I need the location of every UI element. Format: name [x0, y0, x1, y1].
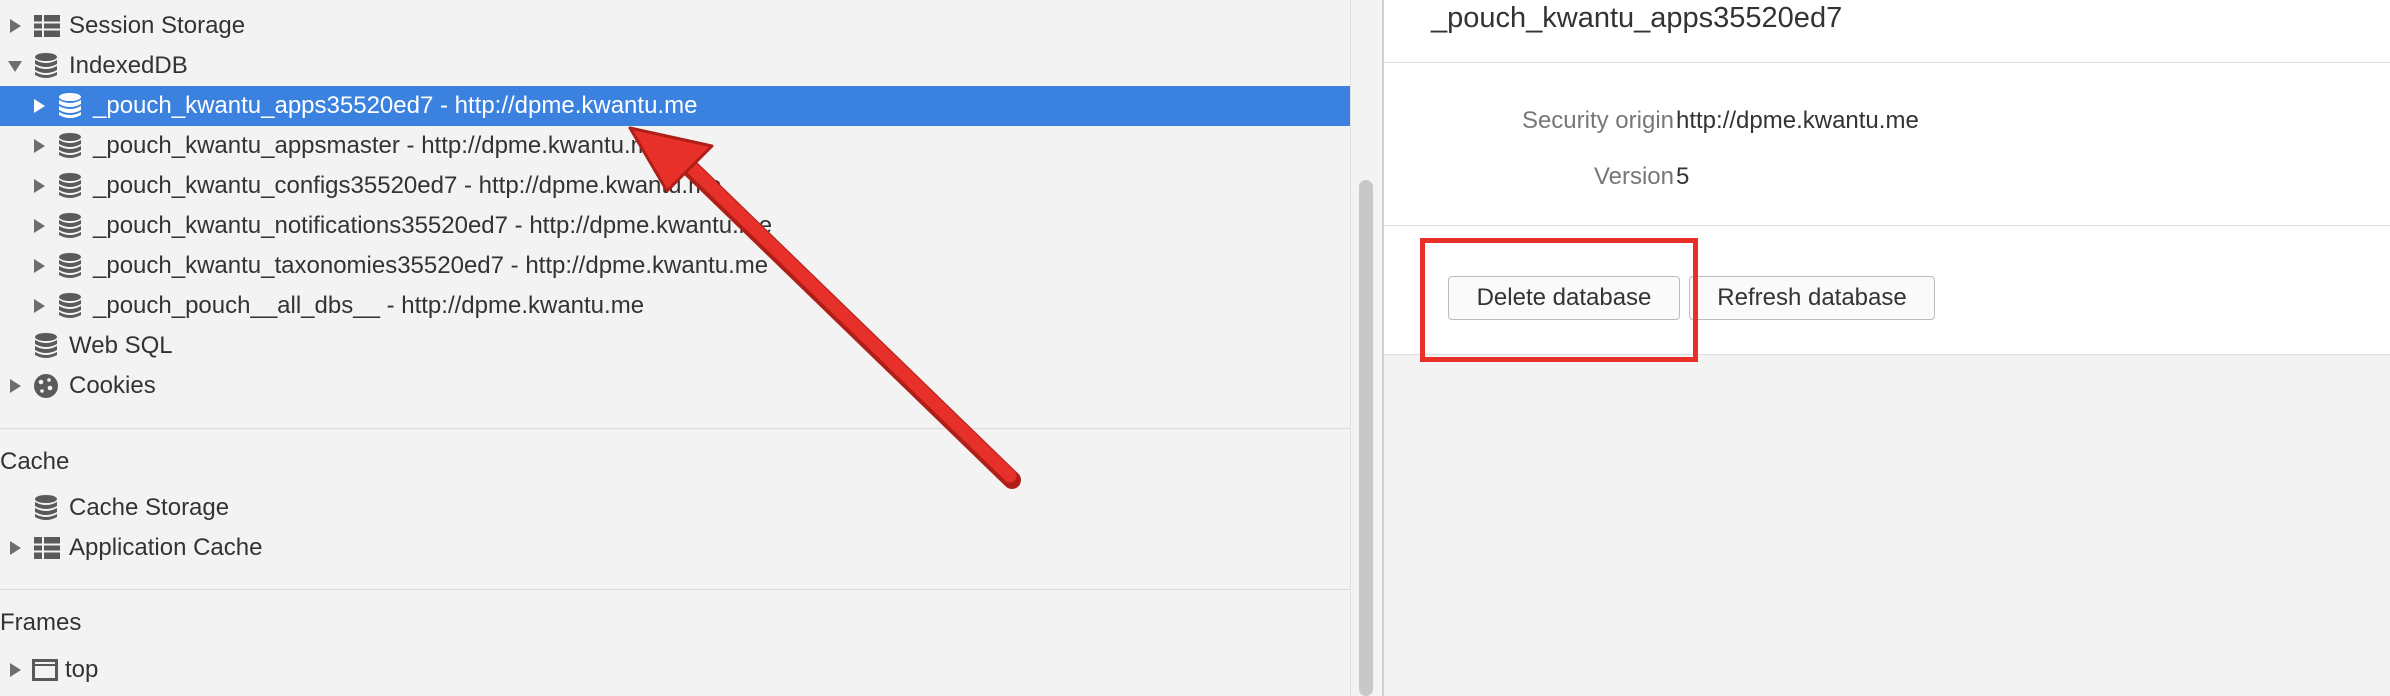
database-item-label: _pouch_pouch__all_dbs__ - http://dpme.kw…	[93, 292, 645, 319]
sidebar-item-label: Cookies	[69, 372, 156, 399]
expand-arrow-icon[interactable]	[34, 299, 45, 313]
security-origin-value: http://dpme.kwantu.me	[1676, 107, 1919, 134]
sidebar-item-cache-storage[interactable]: Cache Storage	[0, 488, 1350, 528]
cookie-icon	[34, 374, 58, 398]
database-item-label: _pouch_kwantu_apps35520ed7 - http://dpme…	[93, 92, 698, 119]
expand-arrow-icon[interactable]	[34, 99, 45, 113]
resources-sidebar: Session Storage IndexedDB _pouch_kwantu_…	[0, 0, 1350, 696]
expand-arrow-icon[interactable]	[34, 179, 45, 193]
indexeddb-database-item[interactable]: _pouch_kwantu_configs35520ed7 - http://d…	[0, 166, 1350, 206]
security-origin-label: Security origin	[1521, 107, 1674, 134]
frame-icon	[32, 659, 58, 681]
database-icon	[35, 53, 57, 78]
database-icon	[59, 213, 81, 238]
cache-section-title: Cache	[0, 448, 70, 475]
database-item-label: _pouch_kwantu_appsmaster - http://dpme.k…	[93, 132, 664, 159]
indexeddb-database-item[interactable]: _pouch_kwantu_appsmaster - http://dpme.k…	[0, 126, 1350, 166]
database-detail-panel: _pouch_kwantu_apps35520ed7 Security orig…	[1384, 0, 2390, 696]
sidebar-item-frame-top[interactable]: top	[0, 650, 1350, 690]
sidebar-item-label: Cache Storage	[69, 494, 230, 521]
expand-arrow-icon[interactable]	[10, 19, 21, 33]
sidebar-item-session-storage[interactable]: Session Storage	[0, 6, 1350, 46]
database-icon	[35, 495, 57, 520]
expand-arrow-icon[interactable]	[10, 541, 21, 555]
version-value: 5	[1676, 163, 1690, 190]
refresh-database-button[interactable]: Refresh database	[1689, 276, 1935, 320]
expand-arrow-icon[interactable]	[10, 663, 21, 677]
frames-section-title: Frames	[0, 609, 82, 636]
grid-icon	[34, 15, 60, 37]
database-icon	[35, 333, 57, 358]
database-icon	[59, 173, 81, 198]
database-icon	[59, 93, 81, 118]
sidebar-item-label: Application Cache	[69, 534, 263, 561]
expand-arrow-icon[interactable]	[34, 259, 45, 273]
scrollbar-thumb[interactable]	[1359, 180, 1373, 696]
database-icon	[59, 253, 81, 278]
database-actions: Delete database Refresh database	[1384, 226, 2390, 355]
section-divider	[0, 428, 1350, 429]
sidebar-scrollbar[interactable]	[1350, 0, 1383, 696]
sidebar-item-indexeddb[interactable]: IndexedDB	[0, 46, 1350, 86]
sidebar-item-application-cache[interactable]: Application Cache	[0, 528, 1350, 568]
database-item-label: _pouch_kwantu_taxonomies35520ed7 - http:…	[93, 252, 769, 279]
collapse-arrow-icon[interactable]	[8, 60, 22, 72]
sidebar-item-label: IndexedDB	[69, 52, 188, 79]
database-icon	[59, 133, 81, 158]
indexeddb-database-item[interactable]: _pouch_kwantu_taxonomies35520ed7 - http:…	[0, 246, 1350, 286]
database-item-label: _pouch_kwantu_configs35520ed7 - http://d…	[93, 172, 722, 199]
version-label: Version	[1593, 163, 1674, 190]
delete-database-button[interactable]: Delete database	[1448, 276, 1680, 320]
sidebar-item-label: top	[65, 656, 99, 683]
database-info: Security origin http://dpme.kwantu.me Ve…	[1384, 63, 2390, 226]
expand-arrow-icon[interactable]	[10, 379, 21, 393]
grid-icon	[34, 537, 60, 559]
database-title: _pouch_kwantu_apps35520ed7	[1431, 2, 1843, 34]
sidebar-item-cookies[interactable]: Cookies	[0, 366, 1350, 406]
sidebar-item-web-sql[interactable]: Web SQL	[0, 326, 1350, 366]
sidebar-item-label: Session Storage	[69, 12, 246, 39]
detail-header: _pouch_kwantu_apps35520ed7	[1384, 0, 2390, 63]
indexeddb-database-item[interactable]: _pouch_kwantu_notifications35520ed7 - ht…	[0, 206, 1350, 246]
indexeddb-database-item[interactable]: _pouch_kwantu_apps35520ed7 - http://dpme…	[0, 86, 1350, 126]
expand-arrow-icon[interactable]	[34, 139, 45, 153]
indexeddb-database-item[interactable]: _pouch_pouch__all_dbs__ - http://dpme.kw…	[0, 286, 1350, 326]
sidebar-item-label: Web SQL	[69, 332, 173, 359]
section-divider	[0, 589, 1350, 590]
database-icon	[59, 293, 81, 318]
expand-arrow-icon[interactable]	[34, 219, 45, 233]
database-item-label: _pouch_kwantu_notifications35520ed7 - ht…	[93, 212, 773, 239]
